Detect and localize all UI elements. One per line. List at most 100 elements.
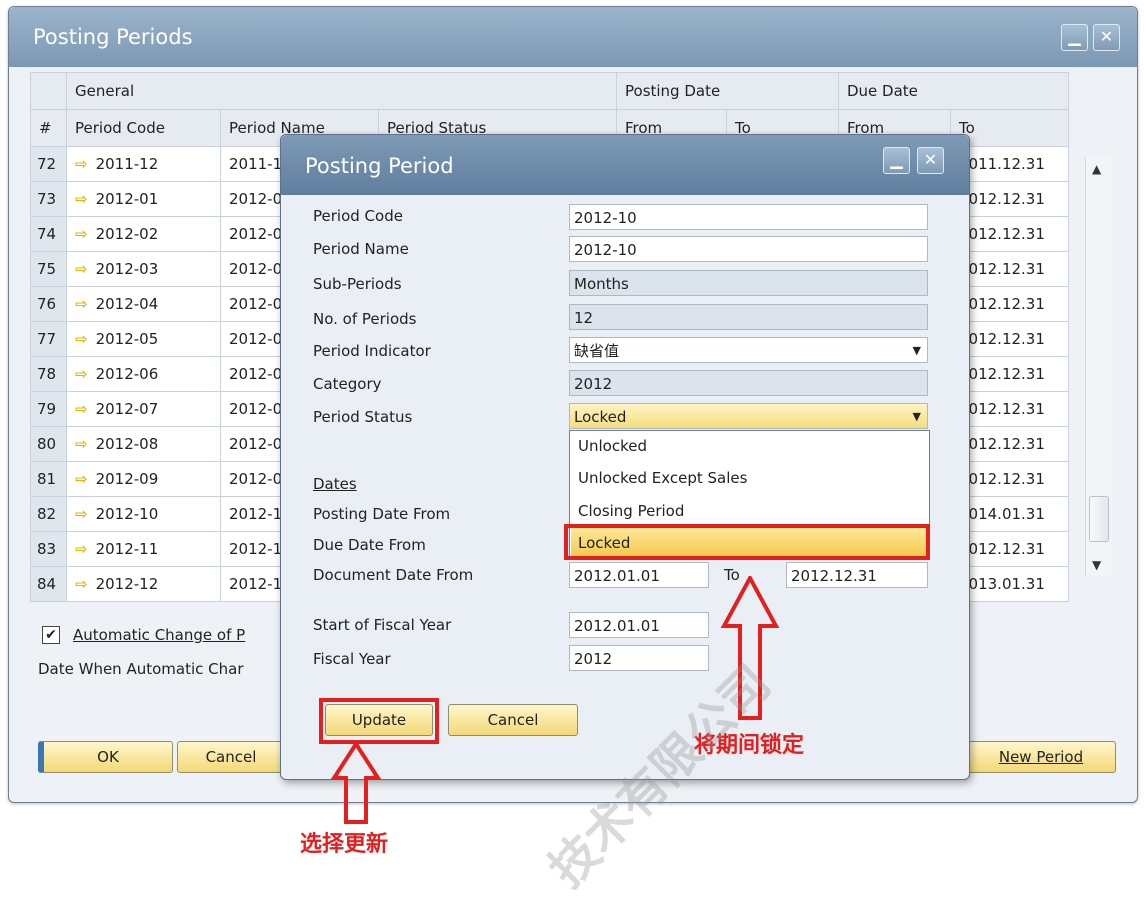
auto-change-label: Automatic Change of P [73, 626, 246, 644]
new-period-button[interactable]: New Period [966, 741, 1116, 773]
date-when-auto-change-label: Date When Automatic Char [38, 660, 244, 678]
link-arrow-icon[interactable]: ⇨ [75, 435, 88, 453]
scroll-thumb[interactable] [1089, 496, 1109, 542]
period-indicator-select[interactable]: 缺省值 ▼ [569, 337, 928, 363]
row-number[interactable]: 73 [30, 181, 67, 217]
period-code-cell[interactable]: ⇨ 2012-06 [66, 356, 221, 392]
period-name-input[interactable]: 2012-10 [569, 236, 928, 262]
scroll-up-icon[interactable]: ▲ [1092, 162, 1101, 176]
ok-button[interactable]: OK [38, 741, 173, 773]
period-indicator-label: Period Indicator [313, 342, 431, 360]
dialog-minimize-icon[interactable]: ▁ [883, 147, 910, 174]
period-code-cell[interactable]: ⇨ 2012-09 [66, 461, 221, 497]
link-arrow-icon[interactable]: ⇨ [75, 225, 88, 243]
col-header-num[interactable]: # [30, 109, 67, 147]
period-code-cell[interactable]: ⇨ 2011-12 [66, 146, 221, 182]
period-code-cell[interactable]: ⇨ 2012-07 [66, 391, 221, 427]
period-code-text: 2012-08 [95, 435, 159, 453]
row-number[interactable]: 79 [30, 391, 67, 427]
link-arrow-icon[interactable]: ⇨ [75, 540, 88, 558]
fiscal-year-label: Fiscal Year [313, 650, 391, 668]
row-number[interactable]: 78 [30, 356, 67, 392]
document-date-from-label: Document Date From [313, 566, 474, 584]
select-update-note: 选择更新 [300, 832, 389, 857]
due-date-from-label: Due Date From [313, 536, 426, 554]
option-closing-period[interactable]: Closing Period [578, 502, 684, 520]
no-of-periods-field: 12 [569, 304, 928, 330]
period-code-text: 2012-01 [95, 190, 159, 208]
row-number[interactable]: 80 [30, 426, 67, 462]
row-number[interactable]: 83 [30, 531, 67, 567]
period-code-text: 2012-04 [95, 295, 159, 313]
row-number[interactable]: 82 [30, 496, 67, 532]
period-code-cell[interactable]: ⇨ 2012-11 [66, 531, 221, 567]
scroll-down-icon[interactable]: ▼ [1092, 558, 1101, 572]
period-code-text: 2012-10 [95, 505, 159, 523]
auto-change-checkbox[interactable]: ✔ [42, 626, 60, 644]
dialog-cancel-button[interactable]: Cancel [448, 704, 578, 736]
period-code-cell[interactable]: ⇨ 2012-04 [66, 286, 221, 322]
row-number[interactable]: 77 [30, 321, 67, 357]
period-status-label: Period Status [313, 408, 413, 426]
row-number[interactable]: 72 [30, 146, 67, 182]
no-of-periods-label: No. of Periods [313, 310, 417, 328]
posting-date-from-label: Posting Date From [313, 505, 451, 523]
row-number[interactable]: 76 [30, 286, 67, 322]
sub-periods-label: Sub-Periods [313, 275, 402, 293]
link-arrow-icon[interactable]: ⇨ [75, 470, 88, 488]
row-number[interactable]: 74 [30, 216, 67, 252]
link-arrow-icon[interactable]: ⇨ [75, 505, 88, 523]
group-header-due-date: Due Date [838, 72, 1069, 110]
period-status-select[interactable]: Locked ▼ [569, 403, 928, 429]
window-title-bar[interactable]: Posting Periods ▁ ✕ [9, 7, 1137, 67]
period-code-cell[interactable]: ⇨ 2012-02 [66, 216, 221, 252]
row-number[interactable]: 75 [30, 251, 67, 287]
document-date-to-input[interactable]: 2012.12.31 [786, 562, 928, 588]
dialog-close-icon[interactable]: ✕ [917, 147, 944, 174]
option-unlocked[interactable]: Unlocked [578, 437, 647, 455]
link-arrow-icon[interactable]: ⇨ [75, 295, 88, 313]
update-highlight-box [319, 698, 439, 744]
row-number[interactable]: 84 [30, 566, 67, 602]
link-arrow-icon[interactable]: ⇨ [75, 575, 88, 593]
link-arrow-icon[interactable]: ⇨ [75, 155, 88, 173]
period-code-text: 2012-03 [95, 260, 159, 278]
group-header-general: General [66, 72, 617, 110]
col-header-period-code[interactable]: Period Code [66, 109, 221, 147]
period-code-text: 2012-05 [95, 330, 159, 348]
option-unlocked-except-sales[interactable]: Unlocked Except Sales [578, 469, 747, 487]
link-arrow-icon[interactable]: ⇨ [75, 190, 88, 208]
minimize-icon[interactable]: ▁ [1061, 24, 1088, 51]
link-arrow-icon[interactable]: ⇨ [75, 330, 88, 348]
period-code-cell[interactable]: ⇨ 2012-05 [66, 321, 221, 357]
document-date-from-input[interactable]: 2012.01.01 [569, 562, 709, 588]
chevron-down-icon[interactable]: ▼ [913, 404, 921, 430]
period-code-text: 2012-12 [95, 575, 159, 593]
row-number[interactable]: 81 [30, 461, 67, 497]
category-field: 2012 [569, 370, 928, 396]
period-code-input[interactable]: 2012-10 [569, 204, 928, 230]
link-arrow-icon[interactable]: ⇨ [75, 400, 88, 418]
link-arrow-icon[interactable]: ⇨ [75, 260, 88, 278]
period-code-cell[interactable]: ⇨ 2012-12 [66, 566, 221, 602]
period-code-cell[interactable]: ⇨ 2012-03 [66, 251, 221, 287]
sub-periods-field: Months [569, 270, 928, 296]
category-label: Category [313, 375, 382, 393]
grid-scrollbar[interactable]: ▲ ▼ [1085, 158, 1112, 576]
link-arrow-icon[interactable]: ⇨ [75, 365, 88, 383]
outer-cancel-button[interactable]: Cancel [177, 741, 285, 773]
period-code-text: 2012-09 [95, 470, 159, 488]
start-fiscal-year-input[interactable]: 2012.01.01 [569, 612, 709, 638]
period-code-cell[interactable]: ⇨ 2012-08 [66, 426, 221, 462]
period-code-text: 2012-02 [95, 225, 159, 243]
dialog-title-bar[interactable]: Posting Period ▁ ✕ [281, 135, 969, 195]
up-arrow-annotation-icon [330, 742, 382, 824]
period-code-cell[interactable]: ⇨ 2012-10 [66, 496, 221, 532]
locked-highlight-box [564, 524, 930, 560]
period-code-text: 2011-12 [95, 155, 159, 173]
close-icon[interactable]: ✕ [1093, 24, 1120, 51]
chevron-down-icon[interactable]: ▼ [913, 338, 921, 364]
group-header-posting-date: Posting Date [616, 72, 839, 110]
period-code-cell[interactable]: ⇨ 2012-01 [66, 181, 221, 217]
fiscal-year-input[interactable]: 2012 [569, 645, 709, 671]
